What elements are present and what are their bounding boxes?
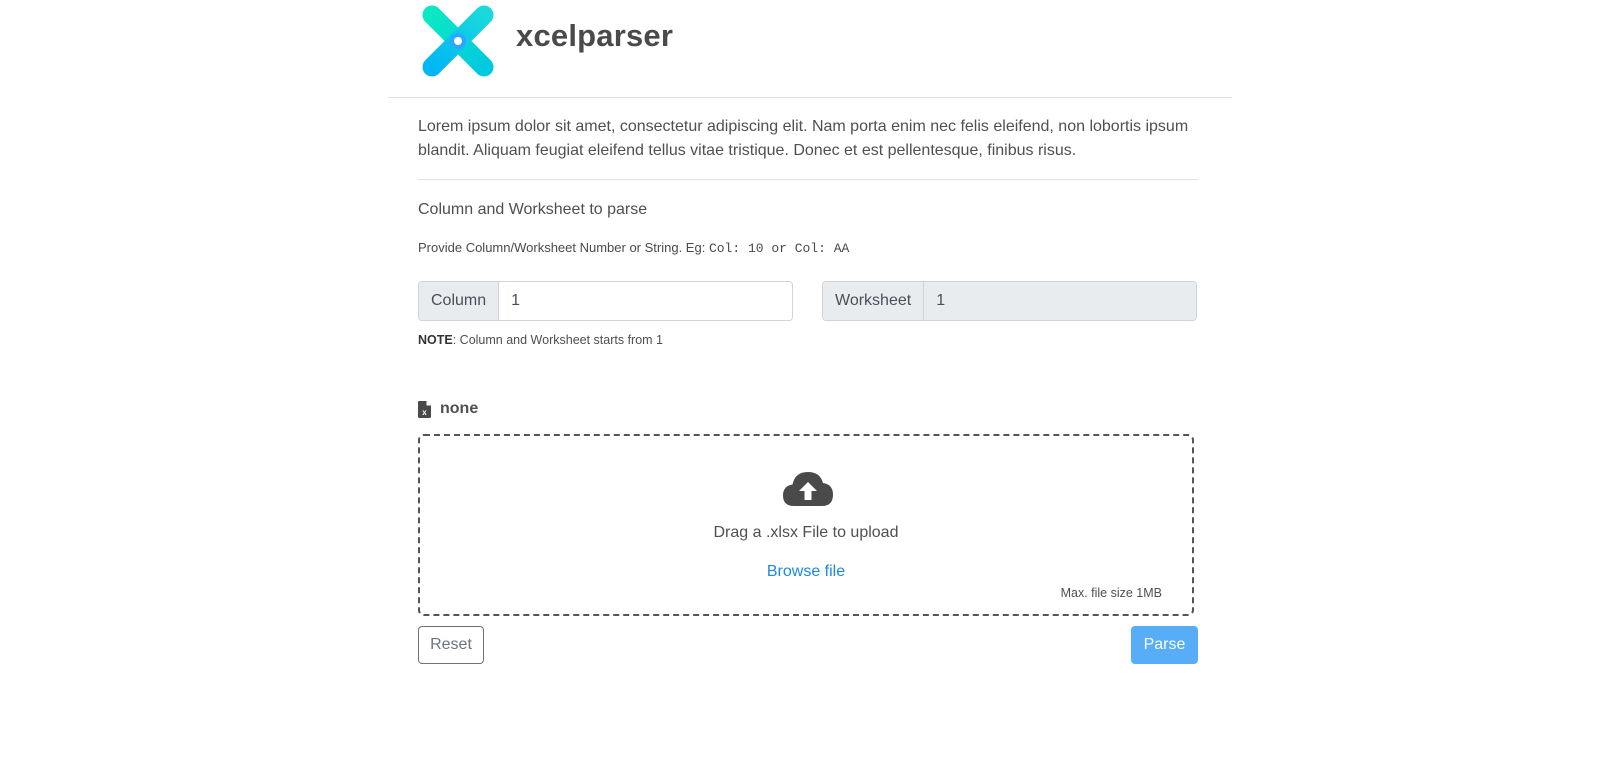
section-title: Column and Worksheet to parse — [418, 201, 648, 218]
note-label: NOTE — [418, 333, 453, 347]
intro-text: Lorem ipsum dolor sit amet, consectetur … — [418, 115, 1198, 180]
inputs-row: Column 1 Worksheet 1 — [418, 281, 1198, 321]
browse-file-link[interactable]: Browse file — [420, 563, 1192, 581]
note: NOTE: Column and Worksheet starts from 1 — [418, 333, 1198, 347]
column-input[interactable]: 1 — [499, 282, 792, 320]
excel-file-icon: x — [418, 400, 431, 418]
worksheet-input-group: Worksheet 1 — [822, 281, 1197, 321]
x-logo-icon — [422, 5, 494, 77]
actions-row: Reset Parse — [418, 626, 1198, 664]
dropzone[interactable]: Drag a .xlsx File to upload Browse file … — [418, 434, 1194, 616]
selected-file: x none — [418, 399, 1198, 419]
hint-prefix: Provide Column/Worksheet Number or Strin… — [418, 240, 709, 255]
main-content: Lorem ipsum dolor sit amet, consectetur … — [418, 97, 1198, 664]
header: xcelparser — [388, 0, 1232, 98]
max-file-size: Max. file size 1MB — [1060, 586, 1162, 600]
parse-button[interactable]: Parse — [1131, 626, 1198, 664]
column-label: Column — [419, 282, 500, 320]
worksheet-input[interactable]: 1 — [924, 282, 1196, 320]
svg-text:x: x — [422, 408, 427, 417]
note-text: : Column and Worksheet starts from 1 — [452, 333, 664, 347]
drag-text: Drag a .xlsx File to upload — [713, 524, 899, 541]
page: xcelparser Lorem ipsum dolor sit amet, c… — [388, 0, 1232, 762]
hint-text: Provide Column/Worksheet Number or Strin… — [418, 240, 1198, 256]
cloud-upload-icon — [783, 472, 833, 506]
brand-name: xcelparser — [516, 18, 674, 53]
file-name: none — [440, 400, 479, 417]
column-input-group: Column 1 — [418, 281, 793, 321]
hint-code: Col: 10 or Col: AA — [708, 241, 850, 256]
worksheet-label: Worksheet — [823, 282, 925, 320]
reset-button[interactable]: Reset — [418, 626, 484, 664]
